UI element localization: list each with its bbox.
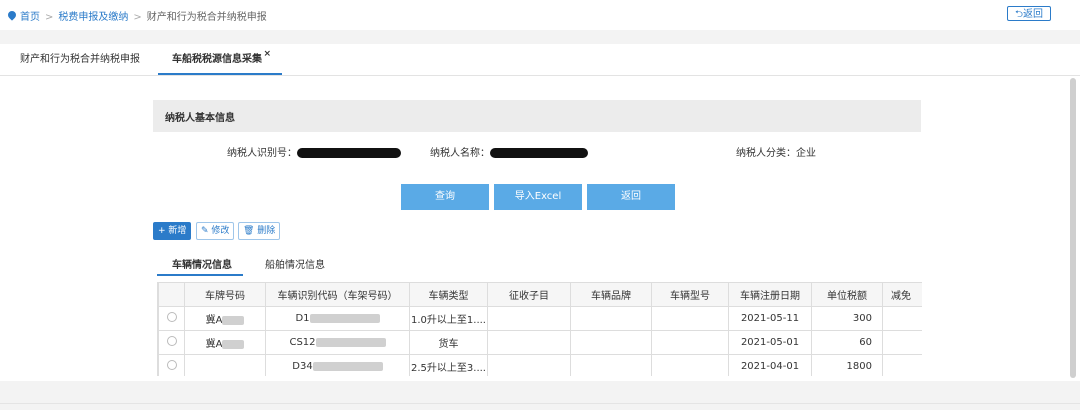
- type-cell: 1.0升以上至1....: [409, 306, 488, 331]
- redacted-taxpayer-name: [490, 148, 588, 158]
- add-button[interactable]: + 新增: [153, 222, 192, 240]
- breadcrumb-home[interactable]: 首页: [20, 12, 40, 23]
- tab-label: 财产和行为税合并纳税申报: [20, 54, 140, 65]
- column-header: 征收子目: [487, 282, 571, 307]
- model-cell: [651, 306, 729, 331]
- close-icon[interactable]: ×: [263, 39, 271, 70]
- breadcrumb-separator: >: [133, 12, 142, 23]
- redacted-vin: [309, 313, 380, 323]
- breadcrumb-tax-filing[interactable]: 税费申报及缴纳: [58, 12, 128, 23]
- row-radio[interactable]: [166, 336, 177, 346]
- footer-divider: [0, 403, 1080, 404]
- relief-cell: [882, 306, 922, 331]
- breadcrumb-current: 财产和行为税合并纳税申报: [146, 12, 267, 23]
- plate-cell: 冀A: [205, 339, 223, 350]
- undo-arrow-icon: ⮌: [1014, 9, 1023, 20]
- taxpayer-category-value: 企业: [796, 148, 816, 159]
- breadcrumb-separator: >: [45, 12, 54, 23]
- breadcrumb: 首页 > 税费申报及缴纳 > 财产和行为税合并纳税申报: [6, 8, 267, 23]
- taxpayer-name-label: 纳税人名称：: [430, 148, 490, 159]
- relief-cell: [882, 330, 922, 355]
- subtab-vessel-info[interactable]: 船舶情况信息: [265, 256, 325, 271]
- tax-cell: 300: [811, 306, 883, 331]
- column-header: 车辆识别代码（车架号码）: [265, 282, 410, 307]
- vehicle-table: 车牌号码 车辆识别代码（车架号码） 车辆类型 征收子目 车辆品牌 车辆型号 车辆…: [157, 282, 922, 376]
- model-cell: [651, 330, 729, 355]
- active-subtab-indicator: [157, 274, 243, 276]
- model-cell: [651, 354, 729, 376]
- table-row[interactable]: 冀A CS12 货车 2021-05-01 60: [158, 330, 922, 355]
- taxpayer-id-label: 纳税人识别号：: [227, 148, 297, 159]
- sub-item-cell: [487, 354, 571, 376]
- taxpayer-category-label: 纳税人分类：: [736, 148, 796, 159]
- taxpayer-id-field: 纳税人识别号：: [227, 144, 401, 159]
- sub-item-cell: [487, 330, 571, 355]
- table-header-row: 车牌号码 车辆识别代码（车架号码） 车辆类型 征收子目 车辆品牌 车辆型号 车辆…: [158, 282, 922, 307]
- type-cell: 货车: [409, 330, 488, 355]
- subtab-vehicle-info[interactable]: 车辆情况信息: [172, 256, 232, 271]
- tab-vehicle-vessel-tax-source[interactable]: 车船税税源信息采集 ×: [158, 44, 282, 75]
- redacted-vin: [315, 337, 386, 347]
- column-header: 减免: [882, 282, 922, 307]
- column-header: 单位税额: [811, 282, 883, 307]
- footer-bar: [0, 381, 1080, 410]
- row-radio[interactable]: [166, 360, 177, 370]
- tab-label: 车船税税源信息采集: [172, 54, 262, 65]
- date-cell: 2021-04-01: [728, 354, 812, 376]
- taxpayer-info-header: 纳税人基本信息: [153, 100, 921, 132]
- delete-label: 删除: [257, 226, 276, 236]
- tab-bar: 财产和行为税合并纳税申报 车船税税源信息采集 ×: [0, 44, 1080, 76]
- relief-cell: [882, 354, 922, 376]
- redacted-plate: [222, 315, 245, 325]
- top-return-label: 返回: [1023, 9, 1043, 20]
- redacted-vin: [312, 361, 383, 371]
- edit-button[interactable]: ✎ 修改: [196, 222, 235, 240]
- back-button[interactable]: 返回: [587, 184, 675, 210]
- vin-cell: D1: [295, 313, 310, 324]
- section-title: 纳税人基本信息: [165, 113, 235, 124]
- edit-label: 修改: [211, 226, 230, 236]
- trash-icon: 🗑: [243, 226, 258, 236]
- column-header: 车辆类型: [409, 282, 488, 307]
- taxpayer-name-field: 纳税人名称：: [430, 144, 588, 159]
- date-cell: 2021-05-01: [728, 330, 812, 355]
- plate-cell: 冀A: [205, 315, 223, 326]
- column-header: 车牌号码: [184, 282, 266, 307]
- delete-button[interactable]: 🗑 删除: [238, 222, 281, 240]
- tax-cell: 1800: [811, 354, 883, 376]
- header-gap: [0, 30, 1080, 44]
- table-row[interactable]: 冀A D1 1.0升以上至1.... 2021-05-11 300: [158, 306, 922, 331]
- vin-cell: D34: [292, 361, 313, 372]
- redacted-plate: [222, 339, 245, 349]
- date-cell: 2021-05-11: [728, 306, 812, 331]
- import-excel-button[interactable]: 导入Excel: [494, 184, 582, 210]
- breadcrumb-bar: 首页 > 税费申报及缴纳 > 财产和行为税合并纳税申报 ⮌返回: [0, 0, 1080, 30]
- pencil-icon: ✎: [201, 226, 212, 236]
- location-pin-icon: [6, 9, 18, 21]
- brand-cell: [570, 306, 652, 331]
- column-header: 车辆注册日期: [728, 282, 812, 307]
- column-header: 车辆品牌: [570, 282, 652, 307]
- redacted-taxpayer-id: [297, 148, 401, 158]
- row-radio[interactable]: [166, 312, 177, 322]
- sub-item-cell: [487, 306, 571, 331]
- top-return-button[interactable]: ⮌返回: [1007, 6, 1051, 21]
- table-row[interactable]: D34 2.5升以上至3.... 2021-04-01 1800: [158, 354, 922, 376]
- brand-cell: [570, 330, 652, 355]
- taxpayer-category-field: 纳税人分类：企业: [736, 144, 816, 159]
- query-button[interactable]: 查询: [401, 184, 489, 210]
- brand-cell: [570, 354, 652, 376]
- type-cell: 2.5升以上至3....: [409, 354, 488, 376]
- vertical-scrollbar[interactable]: [1070, 78, 1076, 378]
- tax-cell: 60: [811, 330, 883, 355]
- column-header: 车辆型号: [651, 282, 729, 307]
- vin-cell: CS12: [289, 337, 316, 348]
- tab-combined-declaration[interactable]: 财产和行为税合并纳税申报: [20, 44, 140, 75]
- select-column-header: [158, 282, 185, 307]
